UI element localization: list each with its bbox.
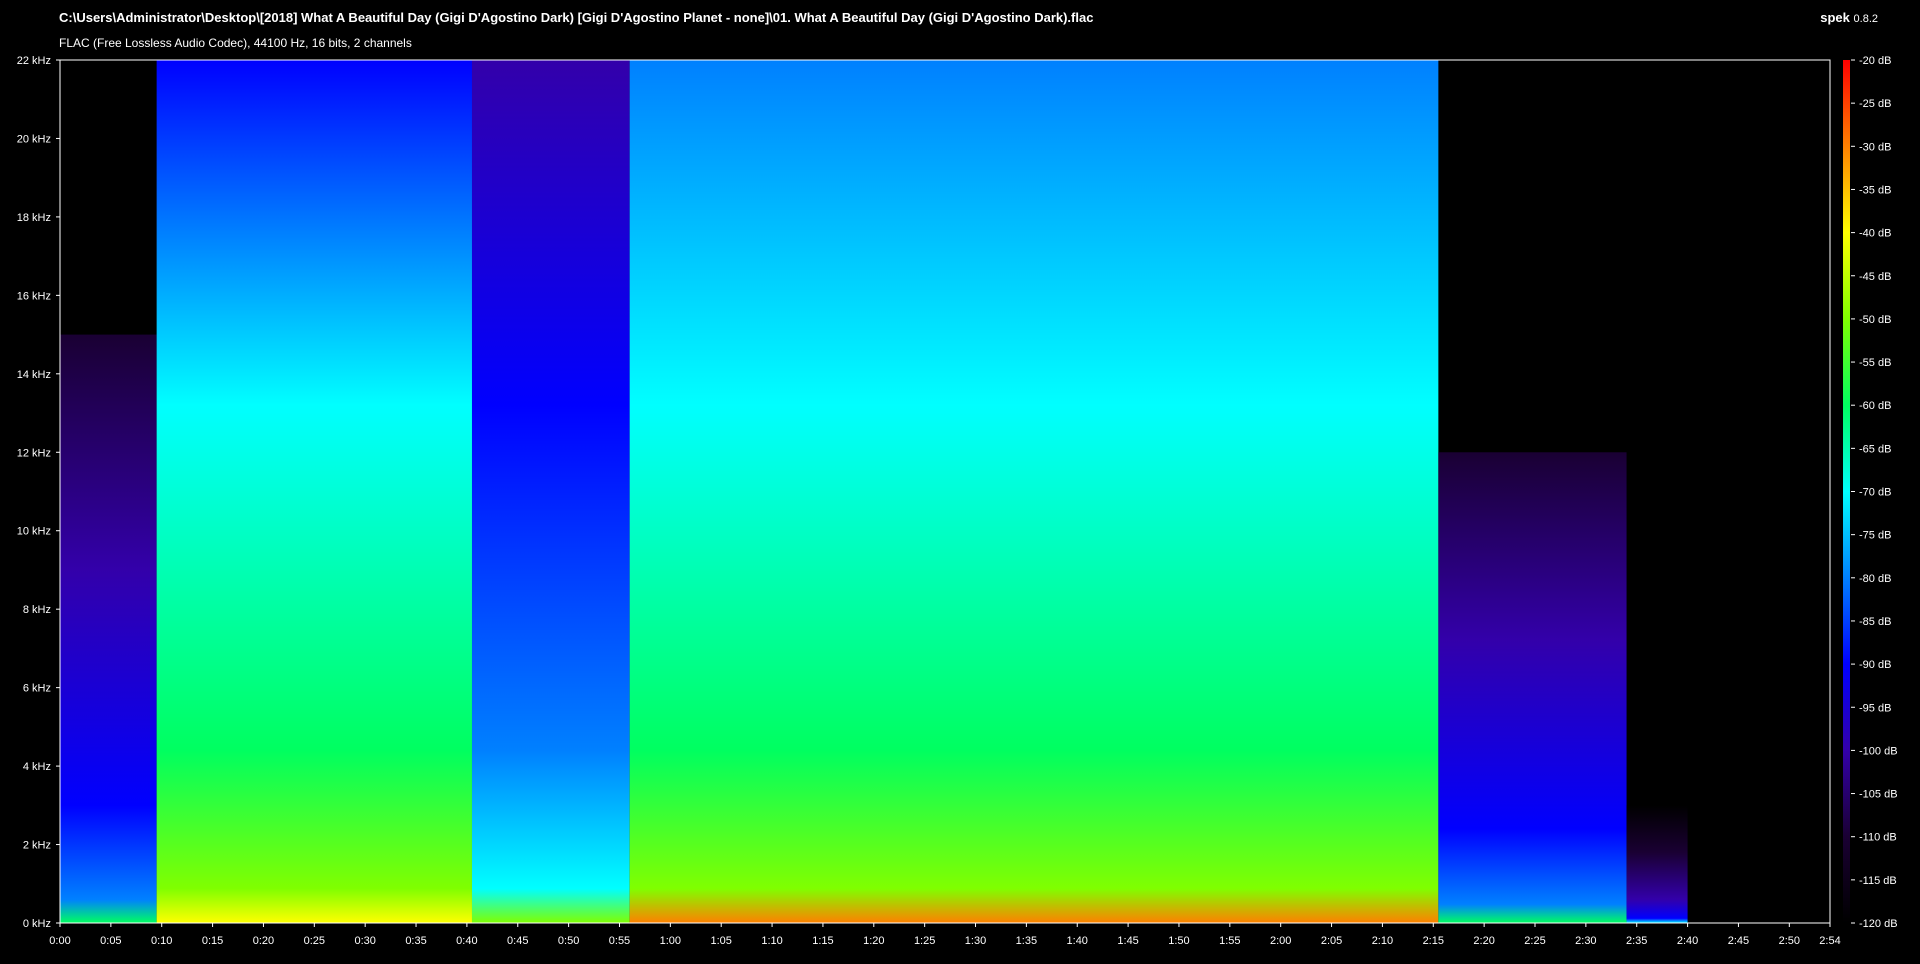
colorbar-tick-label: -40 dB <box>1859 228 1891 240</box>
colorbar-tick-label: -35 dB <box>1859 184 1891 196</box>
x-tick-label: 1:00 <box>660 935 681 947</box>
x-tick-label: 2:15 <box>1423 935 1444 947</box>
x-tick-label: 1:25 <box>914 935 935 947</box>
colorbar-tick-label: -115 dB <box>1859 875 1897 887</box>
y-tick-label: 12 kHz <box>17 447 51 459</box>
x-tick-label: 0:10 <box>151 935 172 947</box>
spectrogram-segment <box>1626 805 1688 923</box>
colorbar-tick-label: -65 dB <box>1859 443 1891 455</box>
y-tick-label: 2 kHz <box>23 840 51 852</box>
colorbar-tick-label: -25 dB <box>1859 98 1891 110</box>
x-tick-label: 2:30 <box>1575 935 1596 947</box>
x-tick-label: 2:35 <box>1626 935 1647 947</box>
y-tick-label: 4 kHz <box>23 761 51 773</box>
x-tick-label: 0:50 <box>558 935 579 947</box>
colorbar-axis: -20 dB -25 dB -30 dB -35 dB -40 dB -45 dB -50 … <box>1851 55 1898 930</box>
y-tick-label: 8 kHz <box>23 604 51 616</box>
x-tick-label: 2:54 <box>1819 935 1840 947</box>
x-tick-label: 2:25 <box>1524 935 1545 947</box>
x-tick-label: 1:55 <box>1219 935 1240 947</box>
spectrogram-segment <box>629 60 1439 923</box>
x-tick-label: 0:25 <box>304 935 325 947</box>
spectrogram-segment <box>156 60 472 923</box>
y-tick-label: 6 kHz <box>23 683 51 695</box>
colorbar-tick-label: -105 dB <box>1859 789 1898 801</box>
x-tick-label: 0:15 <box>202 935 223 947</box>
colorbar-tick-label: -50 dB <box>1859 314 1891 326</box>
x-tick-label: 0:45 <box>507 935 528 947</box>
spectrogram-chart: 0:00 0:05 0:10 0:15 0:20 0:25 0:30 0:35 0:40 0:45… <box>17 55 1898 947</box>
x-tick-label: 2:40 <box>1677 935 1698 947</box>
spectrogram-segment <box>60 334 157 923</box>
x-tick-label: 2:20 <box>1473 935 1494 947</box>
x-tick-label: 0:55 <box>609 935 630 947</box>
x-tick-label: 0:35 <box>405 935 426 947</box>
y-tick-label: 20 kHz <box>17 133 51 145</box>
y-tick-label: 14 kHz <box>17 369 51 381</box>
x-tick-label: 1:05 <box>710 935 731 947</box>
colorbar-tick-label: -110 dB <box>1859 832 1897 844</box>
x-tick-label: 0:20 <box>253 935 274 947</box>
colorbar-tick-label: -120 dB <box>1859 918 1898 930</box>
x-tick-label: 2:10 <box>1372 935 1393 947</box>
y-tick-label: 22 kHz <box>17 55 51 67</box>
colorbar-tick-label: -70 dB <box>1859 487 1891 499</box>
y-tick-label: 0 kHz <box>23 918 51 930</box>
x-tick-label: 1:15 <box>812 935 833 947</box>
y-tick-label: 18 kHz <box>17 212 51 224</box>
colorbar-tick-label: -20 dB <box>1859 55 1891 67</box>
x-tick-label: 1:35 <box>1016 935 1037 947</box>
colorbar-tick-label: -60 dB <box>1859 400 1891 412</box>
x-tick-label: 0:05 <box>100 935 121 947</box>
x-tick-label: 0:40 <box>456 935 477 947</box>
y-tick-label: 16 kHz <box>17 290 51 302</box>
x-tick-label: 2:05 <box>1321 935 1342 947</box>
x-tick-label: 1:10 <box>761 935 782 947</box>
y-tick-label: 10 kHz <box>17 526 51 538</box>
y-axis: 0 kHz 2 kHz 4 kHz 6 kHz 8 kHz 10 kHz 12 kHz 14 … <box>17 55 60 930</box>
x-tick-label: 2:00 <box>1270 935 1291 947</box>
colorbar <box>1843 60 1850 923</box>
colorbar-tick-label: -30 dB <box>1859 141 1891 153</box>
colorbar-tick-label: -85 dB <box>1859 616 1891 628</box>
x-tick-label: 1:20 <box>863 935 884 947</box>
colorbar-tick-label: -100 dB <box>1859 745 1898 757</box>
colorbar-tick-label: -45 dB <box>1859 271 1891 283</box>
x-tick-label: 2:45 <box>1728 935 1749 947</box>
colorbar-tick-label: -90 dB <box>1859 659 1891 671</box>
x-tick-label: 1:50 <box>1168 935 1189 947</box>
colorbar-tick-label: -75 dB <box>1859 530 1891 542</box>
spectrogram-segment <box>1438 452 1627 923</box>
x-tick-label: 1:40 <box>1067 935 1088 947</box>
x-axis: 0:00 0:05 0:10 0:15 0:20 0:25 0:30 0:35 0:40 0:45… <box>49 923 1841 947</box>
spectrogram-segment <box>471 60 630 923</box>
colorbar-tick-label: -55 dB <box>1859 357 1891 369</box>
x-tick-label: 2:50 <box>1779 935 1800 947</box>
x-tick-label: 1:30 <box>965 935 986 947</box>
x-tick-label: 0:00 <box>49 935 70 947</box>
colorbar-tick-label: -95 dB <box>1859 702 1891 714</box>
x-tick-label: 1:45 <box>1117 935 1138 947</box>
x-tick-label: 0:30 <box>354 935 375 947</box>
colorbar-tick-label: -80 dB <box>1859 573 1891 585</box>
